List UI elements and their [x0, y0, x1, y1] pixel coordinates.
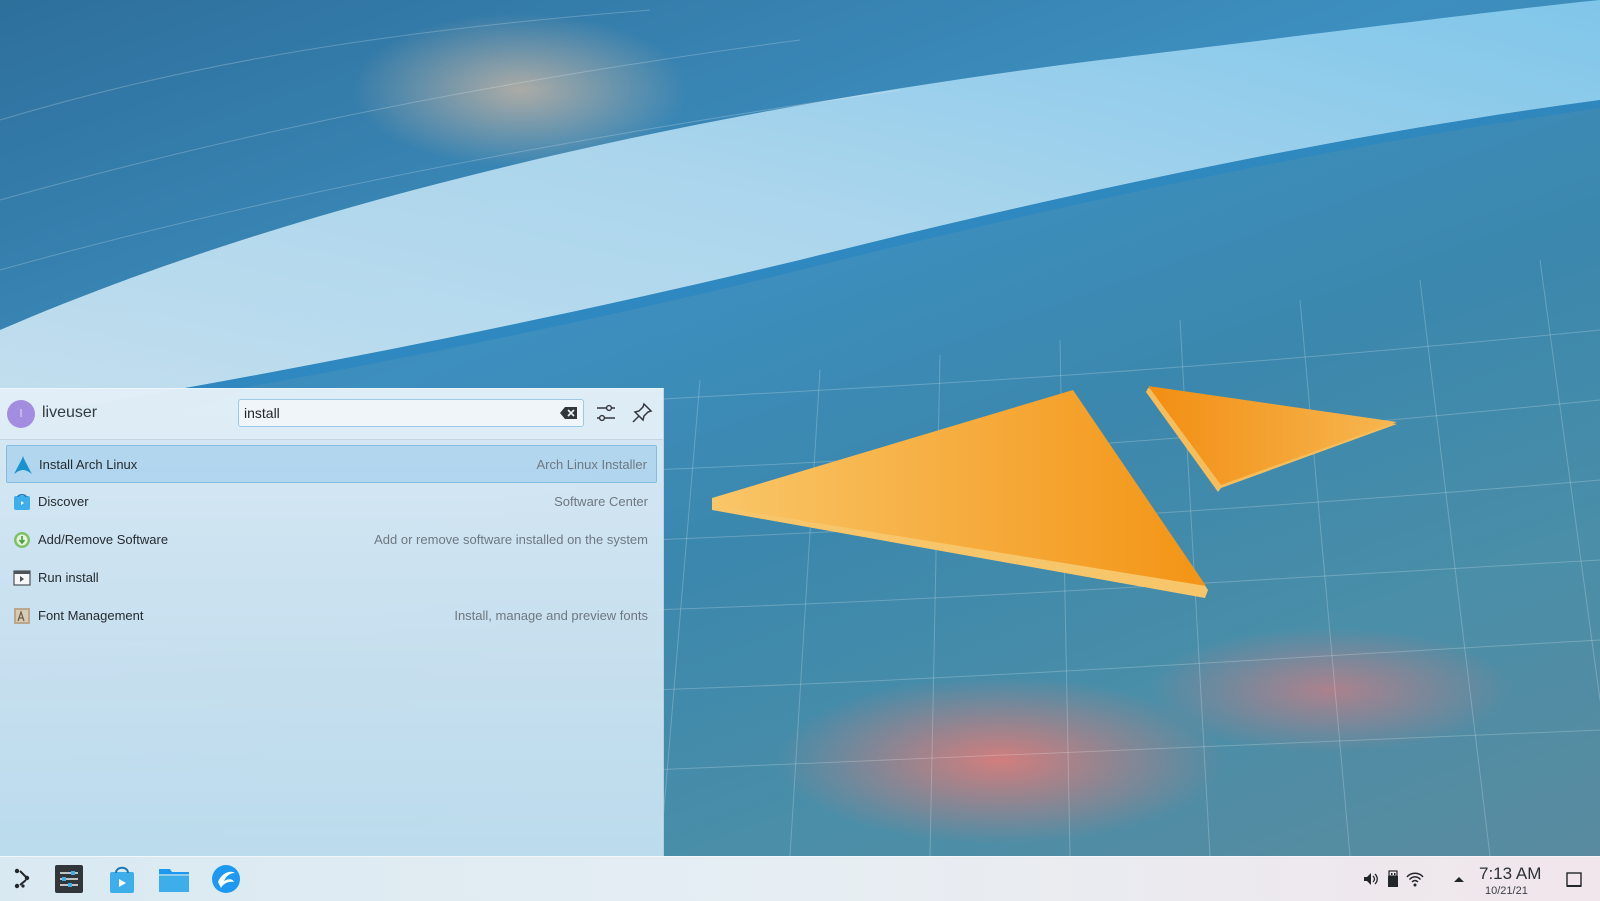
taskbar: 7:13 AM 10/21/21 — [0, 856, 1600, 901]
result-discover[interactable]: Discover Software Center — [6, 483, 657, 521]
run-command-icon — [13, 569, 31, 587]
tray-expand-icon[interactable] — [1450, 870, 1468, 888]
pin-icon[interactable] — [630, 401, 654, 425]
search-results: Install Arch Linux Arch Linux Installer … — [6, 445, 657, 635]
result-install-arch-linux[interactable]: Install Arch Linux Arch Linux Installer — [6, 445, 657, 483]
result-subtitle: Install, manage and preview fonts — [454, 608, 648, 623]
discover-icon — [13, 493, 31, 511]
result-title: Discover — [38, 494, 89, 509]
result-title: Add/Remove Software — [38, 532, 169, 547]
system-settings-icon[interactable] — [53, 863, 85, 895]
show-desktop-icon[interactable] — [1565, 871, 1583, 889]
arch-linux-icon — [14, 456, 32, 474]
result-add-remove-software[interactable]: Add/Remove Software Add or remove softwa… — [6, 521, 657, 559]
result-title: Install Arch Linux — [39, 457, 138, 472]
wifi-icon[interactable] — [1406, 870, 1424, 888]
configure-icon[interactable] — [594, 401, 618, 425]
web-browser-icon[interactable] — [210, 863, 242, 895]
application-launcher-icon[interactable] — [6, 863, 38, 895]
user-avatar[interactable]: l — [7, 400, 35, 428]
result-run-install[interactable]: Run install — [6, 559, 657, 597]
volume-icon[interactable] — [1362, 870, 1380, 888]
font-management-icon — [13, 607, 31, 625]
file-manager-icon[interactable] — [158, 863, 190, 895]
discover-icon[interactable] — [106, 863, 138, 895]
application-launcher-popup: l liveuser Install Arch Linux Arch Linux… — [0, 388, 664, 857]
search-field[interactable] — [238, 399, 584, 427]
result-title: Font Management — [38, 608, 144, 623]
result-subtitle: Software Center — [554, 494, 648, 509]
removable-device-icon[interactable] — [1384, 870, 1402, 888]
result-title: Run install — [38, 570, 99, 585]
username-label: liveuser — [42, 404, 98, 421]
result-subtitle: Add or remove software installed on the … — [374, 532, 648, 547]
search-input[interactable] — [244, 403, 544, 423]
result-font-management[interactable]: Font Management Install, manage and prev… — [6, 597, 657, 635]
clock-date[interactable]: 10/21/21 — [1485, 885, 1528, 897]
result-subtitle: Arch Linux Installer — [536, 457, 647, 472]
package-manager-icon — [13, 531, 31, 549]
launcher-header: l liveuser — [0, 389, 663, 440]
clock-time[interactable]: 7:13 AM — [1479, 864, 1541, 884]
clear-search-icon[interactable] — [559, 404, 579, 422]
